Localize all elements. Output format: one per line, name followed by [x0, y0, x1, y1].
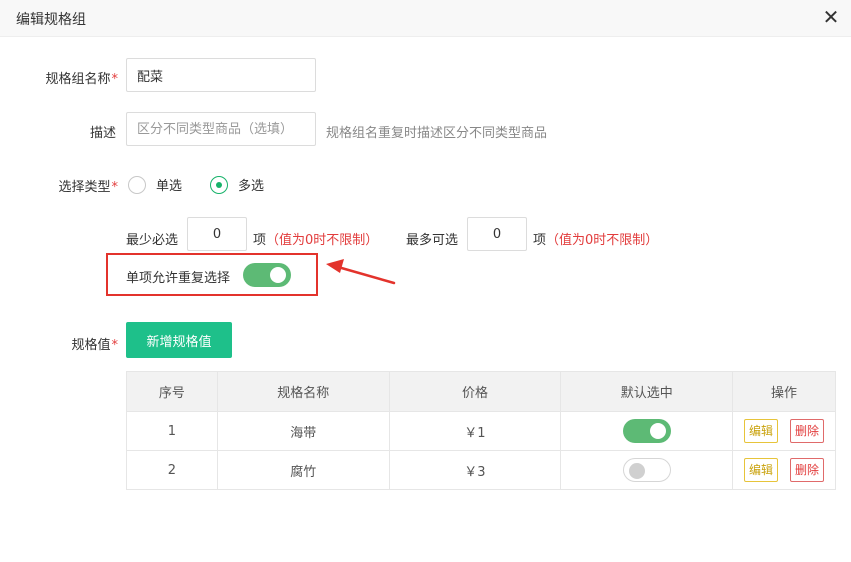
- col-actions: 操作: [732, 371, 836, 412]
- row-price: ￥1: [388, 411, 562, 451]
- col-name: 规格名称: [216, 371, 390, 412]
- radio-multi[interactable]: 多选: [210, 175, 264, 194]
- repeat-switch[interactable]: [243, 263, 291, 287]
- name-input[interactable]: [126, 58, 316, 92]
- min-unit: 项: [253, 233, 267, 248]
- desc-label: 描述: [89, 126, 116, 141]
- max-label: 最多可选: [406, 233, 459, 248]
- radio-multi-circle[interactable]: [210, 175, 228, 194]
- radio-multi-label: 多选: [238, 179, 265, 194]
- row-price: ￥3: [388, 450, 562, 490]
- row-default: [560, 411, 734, 451]
- red-arrow-annotation-icon: [326, 259, 396, 285]
- row-actions: 编辑 删除: [732, 450, 836, 490]
- row-index: 2: [126, 450, 218, 490]
- spec-label: 规格值*: [71, 338, 118, 353]
- switch-knob: [270, 267, 286, 283]
- spec-values-table: 序号 规格名称 价格 默认选中 操作 1 海带 ￥1 编辑删除 2 腐竹 ￥3: [126, 371, 836, 490]
- row-name: 腐竹: [216, 450, 390, 490]
- switch-knob: [649, 423, 666, 439]
- delete-button[interactable]: 删除: [790, 458, 825, 482]
- table-row: 1 海带 ￥1 编辑 删除: [126, 411, 836, 451]
- radio-single-label: 单选: [156, 179, 183, 194]
- name-label: 规格组名称*: [45, 72, 118, 87]
- delete-button[interactable]: 删除: [790, 419, 825, 443]
- min-input[interactable]: [187, 217, 247, 251]
- dialog-header: 编辑规格组 ✕: [0, 0, 851, 37]
- max-unit: 项: [533, 233, 547, 248]
- desc-hint: 规格组名重复时描述区分不同类型商品: [326, 126, 548, 141]
- col-default: 默认选中: [560, 371, 734, 412]
- row-actions: 编辑 删除: [732, 411, 836, 451]
- max-input[interactable]: [467, 217, 527, 251]
- radio-single[interactable]: 单选: [128, 175, 182, 194]
- min-label: 最少必选: [126, 233, 179, 248]
- dialog-title: 编辑规格组: [16, 12, 86, 28]
- min-note: （值为0时不限制）: [266, 233, 379, 248]
- default-switch[interactable]: [622, 458, 671, 482]
- desc-input[interactable]: [126, 112, 316, 146]
- edit-button[interactable]: 编辑: [744, 419, 779, 443]
- max-note: （值为0时不限制）: [546, 233, 659, 248]
- table-header-row: 序号 规格名称 价格 默认选中 操作: [126, 371, 836, 412]
- col-price: 价格: [388, 371, 562, 412]
- col-index: 序号: [126, 371, 218, 412]
- radio-single-circle[interactable]: [128, 175, 146, 194]
- table-row: 2 腐竹 ￥3 编辑 删除: [126, 450, 836, 490]
- repeat-label: 单项允许重复选择: [126, 271, 231, 286]
- row-default: [560, 450, 734, 490]
- row-index: 1: [126, 411, 218, 451]
- row-name: 海带: [216, 411, 390, 451]
- type-label: 选择类型*: [58, 180, 118, 195]
- close-icon[interactable]: ✕: [820, 6, 842, 28]
- switch-knob: [628, 463, 645, 479]
- default-switch[interactable]: [622, 419, 671, 443]
- edit-button[interactable]: 编辑: [744, 458, 779, 482]
- add-spec-value-button[interactable]: 新增规格值: [126, 322, 232, 358]
